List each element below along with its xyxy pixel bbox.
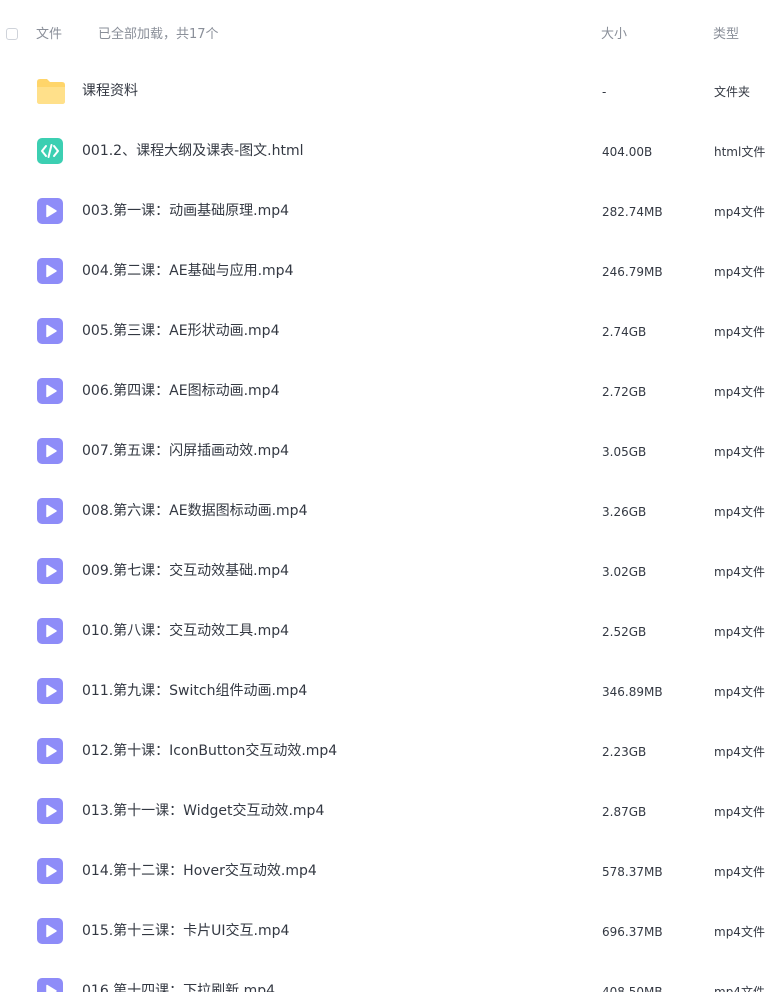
file-size: 696.37MB (602, 925, 663, 939)
file-size: 408.50MB (602, 985, 663, 992)
file-row[interactable]: 008.第六课：AE数据图标动画.mp4 3.26GB mp4文件 (0, 482, 783, 542)
file-size: 2.72GB (602, 385, 647, 399)
file-row[interactable]: 010.第八课：交互动效工具.mp4 2.52GB mp4文件 (0, 602, 783, 662)
video-file-icon (36, 377, 64, 405)
file-row[interactable]: 015.第十三课：卡片UI交互.mp4 696.37MB mp4文件 (0, 902, 783, 962)
file-row[interactable]: 016.第十四课：下拉刷新.mp4 408.50MB mp4文件 (0, 962, 783, 992)
select-all-checkbox[interactable] (6, 28, 18, 40)
file-name[interactable]: 015.第十三课：卡片UI交互.mp4 (82, 922, 289, 940)
file-size: 2.52GB (602, 625, 647, 639)
file-row[interactable]: 009.第七课：交互动效基础.mp4 3.02GB mp4文件 (0, 542, 783, 602)
video-file-icon (36, 617, 64, 645)
file-name[interactable]: 008.第六课：AE数据图标动画.mp4 (82, 502, 307, 520)
file-name[interactable]: 013.第十一课：Widget交互动效.mp4 (82, 802, 324, 820)
file-list: 课程资料 - 文件夹 001.2、课程大纲及课表-图文.html 404.00B html… (0, 62, 783, 992)
video-file-icon (36, 437, 64, 465)
file-size: 2.74GB (602, 325, 647, 339)
file-type: mp4文件 (714, 205, 765, 219)
file-type: mp4文件 (714, 385, 765, 399)
file-name[interactable]: 010.第八课：交互动效工具.mp4 (82, 622, 289, 640)
file-list-page: 文件 已全部加载，共17个 大小 类型 课程资料 - 文件夹 001.2、课程大纲及课… (0, 0, 783, 992)
loaded-count-label: 已全部加载，共17个 (98, 27, 219, 42)
file-size: 3.02GB (602, 565, 647, 579)
file-row[interactable]: 007.第五课：闪屏插画动效.mp4 3.05GB mp4文件 (0, 422, 783, 482)
file-size: 282.74MB (602, 205, 663, 219)
file-row[interactable]: 003.第一课：动画基础原理.mp4 282.74MB mp4文件 (0, 182, 783, 242)
file-name[interactable]: 001.2、课程大纲及课表-图文.html (82, 142, 303, 160)
file-row[interactable]: 012.第十课：IconButton交互动效.mp4 2.23GB mp4文件 (0, 722, 783, 782)
file-list-header: 文件 已全部加载，共17个 大小 类型 (0, 0, 783, 70)
file-type: mp4文件 (714, 445, 765, 459)
file-row[interactable]: 001.2、课程大纲及课表-图文.html 404.00B html文件 (0, 122, 783, 182)
file-name[interactable]: 课程资料 (82, 82, 138, 100)
file-size: 3.26GB (602, 505, 647, 519)
column-header-file[interactable]: 文件 (36, 27, 62, 43)
file-type: mp4文件 (714, 805, 765, 819)
file-size: 3.05GB (602, 445, 647, 459)
file-type: mp4文件 (714, 865, 765, 879)
video-file-icon (36, 977, 64, 992)
file-type: html文件 (714, 145, 766, 159)
file-type: mp4文件 (714, 325, 765, 339)
file-name[interactable]: 003.第一课：动画基础原理.mp4 (82, 202, 289, 220)
file-size: 578.37MB (602, 865, 663, 879)
file-size: - (602, 85, 607, 99)
file-size: 2.87GB (602, 805, 647, 819)
video-file-icon (36, 497, 64, 525)
file-type: mp4文件 (714, 685, 765, 699)
file-name[interactable]: 011.第九课：Switch组件动画.mp4 (82, 682, 307, 700)
file-size: 2.23GB (602, 745, 647, 759)
file-size: 246.79MB (602, 265, 663, 279)
file-name[interactable]: 004.第二课：AE基础与应用.mp4 (82, 262, 293, 280)
column-header-size[interactable]: 大小 (601, 27, 627, 43)
file-name[interactable]: 007.第五课：闪屏插画动效.mp4 (82, 442, 289, 460)
html-file-icon (36, 137, 64, 165)
column-header-type[interactable]: 类型 (713, 27, 739, 43)
video-file-icon (36, 797, 64, 825)
video-file-icon (36, 737, 64, 765)
video-file-icon (36, 917, 64, 945)
video-file-icon (36, 557, 64, 585)
file-type: mp4文件 (714, 505, 765, 519)
file-name[interactable]: 014.第十二课：Hover交互动效.mp4 (82, 862, 317, 880)
file-row[interactable]: 014.第十二课：Hover交互动效.mp4 578.37MB mp4文件 (0, 842, 783, 902)
file-type: mp4文件 (714, 745, 765, 759)
file-type: mp4文件 (714, 625, 765, 639)
file-row[interactable]: 013.第十一课：Widget交互动效.mp4 2.87GB mp4文件 (0, 782, 783, 842)
file-row[interactable]: 006.第四课：AE图标动画.mp4 2.72GB mp4文件 (0, 362, 783, 422)
file-row[interactable]: 005.第三课：AE形状动画.mp4 2.74GB mp4文件 (0, 302, 783, 362)
file-name[interactable]: 016.第十四课：下拉刷新.mp4 (82, 982, 275, 992)
file-type: mp4文件 (714, 265, 765, 279)
file-type: mp4文件 (714, 925, 765, 939)
file-size: 346.89MB (602, 685, 663, 699)
file-name[interactable]: 009.第七课：交互动效基础.mp4 (82, 562, 289, 580)
folder-icon (36, 77, 65, 105)
file-row[interactable]: 课程资料 - 文件夹 (0, 62, 783, 122)
file-row[interactable]: 011.第九课：Switch组件动画.mp4 346.89MB mp4文件 (0, 662, 783, 722)
file-type: 文件夹 (714, 85, 751, 99)
video-file-icon (36, 317, 64, 345)
file-size: 404.00B (602, 145, 653, 159)
file-type: mp4文件 (714, 565, 765, 579)
video-file-icon (36, 257, 64, 285)
file-row[interactable]: 004.第二课：AE基础与应用.mp4 246.79MB mp4文件 (0, 242, 783, 302)
video-file-icon (36, 857, 64, 885)
file-name[interactable]: 012.第十课：IconButton交互动效.mp4 (82, 742, 337, 760)
file-name[interactable]: 006.第四课：AE图标动画.mp4 (82, 382, 279, 400)
file-type: mp4文件 (714, 985, 765, 992)
video-file-icon (36, 677, 64, 705)
video-file-icon (36, 197, 64, 225)
file-name[interactable]: 005.第三课：AE形状动画.mp4 (82, 322, 279, 340)
